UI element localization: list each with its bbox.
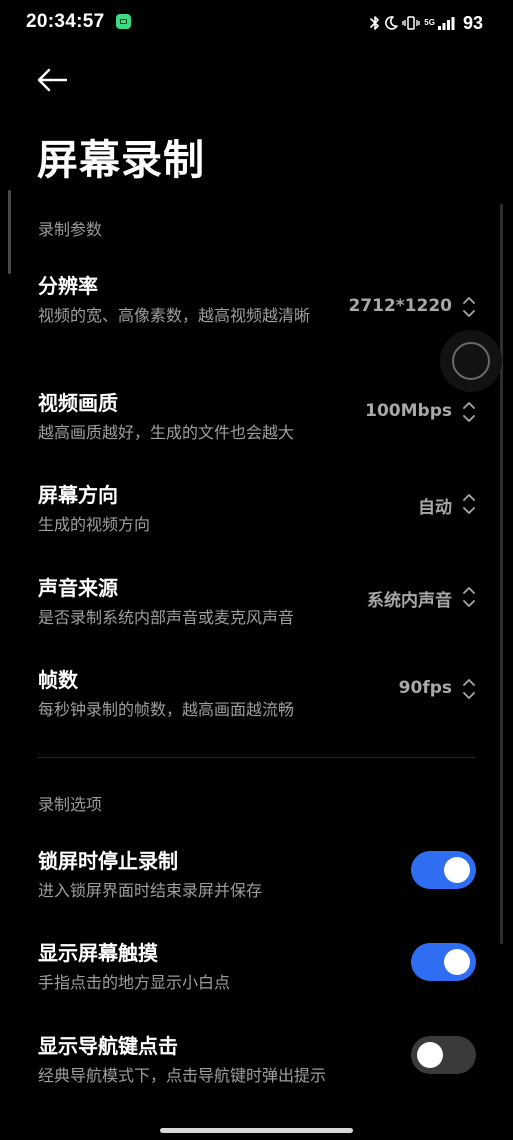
home-indicator[interactable] [160, 1128, 353, 1133]
setting-resolution[interactable]: 分辨率 视频的宽、高像素数，越高视频越清晰 2712*1220 [0, 270, 513, 350]
option-show-touches: 显示屏幕触摸 手指点击的地方显示小白点 [0, 937, 513, 993]
option-title: 锁屏时停止录制 [38, 849, 178, 873]
network-type-label: 5G [424, 18, 435, 27]
option-subtitle: 经典导航模式下，点击导航键时弹出提示 [38, 1066, 327, 1085]
battery-level: 93 [462, 12, 483, 33]
section-header-options: 录制选项 [38, 795, 103, 814]
signal-icon [437, 17, 455, 30]
back-arrow-icon [37, 68, 68, 92]
setting-title: 屏幕方向 [38, 483, 118, 507]
chevron-up-down-icon [463, 679, 475, 699]
option-subtitle: 手指点击的地方显示小白点 [38, 973, 231, 992]
toggle-knob [444, 949, 470, 975]
setting-subtitle: 每秒钟录制的帧数，越高画面越流畅 [38, 700, 295, 719]
app-notification-icon [116, 14, 131, 29]
option-title: 显示屏幕触摸 [38, 941, 158, 965]
show-nav-key-taps-toggle[interactable] [411, 1036, 476, 1074]
chevron-up-down-icon [463, 494, 475, 514]
setting-subtitle: 越高画质越好，生成的文件也会越大 [38, 423, 295, 442]
chevron-up-down-icon [463, 297, 475, 317]
floating-ball-button[interactable] [440, 330, 502, 392]
setting-subtitle: 视频的宽、高像素数，越高视频越清晰 [38, 306, 311, 325]
option-subtitle: 进入锁屏界面时结束录屏并保存 [38, 881, 263, 900]
setting-subtitle: 是否录制系统内部声音或麦克风声音 [38, 608, 295, 627]
setting-value: 100Mbps [365, 401, 452, 421]
setting-title: 帧数 [38, 668, 78, 692]
section-header-params: 录制参数 [38, 220, 103, 239]
chevron-up-down-icon [463, 587, 475, 607]
section-divider [38, 757, 476, 758]
setting-frame-rate[interactable]: 帧数 每秒钟录制的帧数，越高画面越流畅 90fps [0, 664, 513, 720]
scroll-indicator-left [8, 190, 11, 274]
chevron-up-down-icon [463, 402, 475, 422]
status-icons: 5G 93 [370, 12, 483, 34]
show-touches-toggle[interactable] [411, 943, 476, 981]
toggle-knob [444, 857, 470, 883]
vibrate-icon [402, 16, 420, 30]
setting-title: 分辨率 [38, 274, 98, 298]
stop-on-lock-toggle[interactable] [411, 851, 476, 889]
toggle-knob [417, 1042, 443, 1068]
setting-screen-orientation[interactable]: 屏幕方向 生成的视频方向 自动 [0, 479, 513, 535]
option-stop-on-lock: 锁屏时停止录制 进入锁屏界面时结束录屏并保存 [0, 845, 513, 901]
moon-icon [385, 16, 399, 30]
setting-value: 2712*1220 [348, 296, 452, 316]
back-button[interactable] [32, 62, 72, 98]
setting-audio-source[interactable]: 声音来源 是否录制系统内部声音或麦克风声音 系统内声音 [0, 572, 513, 628]
setting-value: 90fps [398, 678, 452, 698]
status-bar: 20:34:57 5G 93 [0, 0, 513, 46]
bluetooth-icon [370, 16, 380, 30]
setting-title: 视频画质 [38, 391, 118, 415]
setting-title: 声音来源 [38, 576, 118, 600]
option-title: 显示导航键点击 [38, 1034, 178, 1058]
option-show-nav-key-taps: 显示导航键点击 经典导航模式下，点击导航键时弹出提示 [0, 1030, 513, 1086]
setting-value: 自动 [418, 498, 452, 518]
status-time: 20:34:57 [26, 11, 105, 32]
setting-subtitle: 生成的视频方向 [38, 515, 151, 534]
page-title: 屏幕录制 [37, 136, 205, 184]
setting-video-quality[interactable]: 视频画质 越高画质越好，生成的文件也会越大 100Mbps [0, 387, 513, 443]
setting-value: 系统内声音 [367, 591, 452, 611]
